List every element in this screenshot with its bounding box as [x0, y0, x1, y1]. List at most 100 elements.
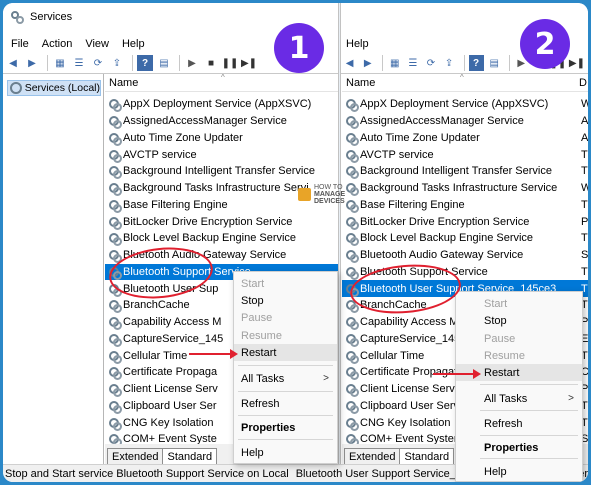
services-icon — [10, 10, 24, 24]
menu-item-help[interactable]: Help — [456, 463, 582, 480]
service-row[interactable]: Block Level Backup Engine Service — [105, 230, 338, 247]
split-divider — [338, 3, 341, 482]
play-icon[interactable]: ▶ — [184, 55, 200, 71]
export-icon[interactable]: ⇪ — [109, 55, 125, 71]
menu-item-stop[interactable]: Stop — [456, 312, 582, 329]
gear-icon — [345, 232, 359, 247]
service-row[interactable]: AVCTP service T — [342, 146, 588, 163]
gear-icon — [345, 216, 359, 230]
menu-bar-right: Help — [346, 35, 382, 53]
menu-file[interactable]: File — [11, 38, 29, 50]
service-row[interactable]: Block Level Backup Engine Service T — [342, 230, 588, 247]
service-row[interactable]: Auto Time Zone Updater A — [342, 130, 588, 147]
gear-icon — [345, 383, 359, 398]
tree-item-services-local[interactable]: Services (Local) — [7, 80, 101, 96]
help-icon[interactable]: ? — [137, 55, 153, 71]
menu-help[interactable]: Help — [122, 38, 145, 50]
gear-icon — [108, 182, 122, 197]
tab-extended[interactable]: Extended — [344, 448, 401, 464]
service-name: Bluetooth Audio Gateway Service — [360, 249, 524, 262]
refresh-icon[interactable]: ⟳ — [90, 55, 106, 71]
service-name: Cellular Time — [123, 349, 188, 362]
services-window: Services File Action View Help Help ◀ ▶ … — [3, 3, 588, 482]
service-row[interactable]: Base Filtering Engine T — [342, 197, 588, 214]
menu-item-help[interactable]: Help — [234, 444, 337, 461]
show-tree-icon[interactable]: ▦ — [52, 55, 68, 71]
service-row[interactable]: Background Intelligent Transfer Service — [105, 163, 338, 180]
menu-item-resume[interactable]: Resume — [456, 347, 582, 364]
list-view-icon[interactable]: ☰ — [405, 55, 420, 71]
forward-arrow-icon[interactable]: ▶ — [360, 55, 375, 71]
service-row[interactable]: BitLocker Drive Encryption Service P — [342, 213, 588, 230]
tab-standard[interactable]: Standard — [399, 448, 455, 464]
gear-icon — [345, 316, 359, 331]
menu-item-properties[interactable]: Properties — [234, 419, 337, 436]
service-name: BranchCache — [123, 299, 190, 312]
gear-icon — [345, 350, 359, 364]
service-row[interactable]: AppX Deployment Service (AppXSVC) — [105, 96, 338, 113]
restart-icon[interactable]: ▶❚ — [241, 55, 257, 71]
service-row[interactable]: AppX Deployment Service (AppXSVC) W — [342, 96, 588, 113]
show-tree-icon[interactable]: ▦ — [387, 55, 402, 71]
menu-help-right[interactable]: Help — [346, 38, 369, 50]
forward-arrow-icon[interactable]: ▶ — [24, 55, 40, 71]
gear-icon — [108, 165, 122, 180]
step-badge-2: 2 — [520, 19, 570, 69]
menu-item-all-tasks[interactable]: All Tasks > — [234, 370, 337, 387]
service-row[interactable]: BitLocker Drive Encryption Service — [105, 213, 338, 230]
menu-item-pause[interactable]: Pause — [456, 330, 582, 347]
service-name: CaptureService_145 — [360, 332, 461, 345]
service-row[interactable]: AssignedAccessManager Service — [105, 113, 338, 130]
menu-item-all-tasks[interactable]: All Tasks > — [456, 390, 582, 407]
list-view-icon[interactable]: ☰ — [71, 55, 87, 71]
menu-item-resume[interactable]: Resume — [234, 327, 337, 344]
menu-item-start[interactable]: Start — [234, 275, 337, 292]
gear-icon — [108, 149, 122, 163]
properties-icon[interactable]: ▤ — [487, 55, 502, 71]
column-header-name[interactable]: Name ^ D — [342, 74, 588, 92]
gear-icon — [108, 333, 122, 347]
menu-item-properties[interactable]: Properties — [456, 439, 582, 456]
menu-item-refresh[interactable]: Refresh — [234, 395, 337, 412]
menu-view[interactable]: View — [85, 38, 109, 50]
help-icon[interactable]: ? — [468, 55, 484, 71]
column-header-label: Name — [109, 76, 139, 89]
back-arrow-icon[interactable]: ◀ — [342, 55, 357, 71]
pause-icon[interactable]: ❚❚ — [222, 55, 239, 71]
service-name: AppX Deployment Service (AppXSVC) — [360, 98, 549, 111]
tab-standard[interactable]: Standard — [162, 448, 218, 464]
back-arrow-icon[interactable]: ◀ — [5, 55, 21, 71]
refresh-icon[interactable]: ⟳ — [423, 55, 438, 71]
menu-item-stop[interactable]: Stop — [234, 292, 337, 309]
menu-item-restart[interactable]: Restart — [234, 344, 337, 361]
menu-separator — [238, 415, 333, 416]
service-name: Clipboard User Serv — [360, 399, 460, 412]
menu-item-start[interactable]: Start — [456, 295, 582, 312]
service-row[interactable]: Bluetooth Audio Gateway Service S — [342, 247, 588, 264]
menu-item-pause[interactable]: Pause — [234, 309, 337, 326]
service-description: S — [581, 249, 588, 262]
service-name: Capability Access M — [123, 316, 222, 329]
export-icon[interactable]: ⇪ — [441, 55, 456, 71]
service-row[interactable]: AVCTP service — [105, 146, 338, 163]
service-row[interactable]: AssignedAccessManager Service A — [342, 113, 588, 130]
service-description: T — [581, 198, 588, 211]
menu-action[interactable]: Action — [42, 38, 73, 50]
tab-extended[interactable]: Extended — [107, 448, 164, 464]
service-row[interactable]: Background Tasks Infrastructure Service W — [342, 180, 588, 197]
service-row[interactable]: Auto Time Zone Updater — [105, 130, 338, 147]
properties-icon[interactable]: ▤ — [156, 55, 172, 71]
service-name: BitLocker Drive Encryption Service — [123, 215, 293, 228]
service-row[interactable]: Background Intelligent Transfer Service T — [342, 163, 588, 180]
menu-item-label: All Tasks — [484, 392, 528, 405]
menu-item-label: All Tasks — [241, 372, 285, 385]
services-icon — [10, 82, 22, 94]
restart-icon[interactable]: ▶❚ — [569, 55, 585, 71]
service-description: T — [581, 165, 588, 178]
menu-item-refresh[interactable]: Refresh — [456, 415, 582, 432]
column-header-description[interactable]: D — [579, 77, 587, 89]
column-header-name[interactable]: Name ^ — [105, 74, 338, 92]
service-name: Auto Time Zone Updater — [360, 131, 480, 144]
stop-icon[interactable]: ■ — [203, 55, 219, 71]
menu-separator — [480, 458, 578, 459]
